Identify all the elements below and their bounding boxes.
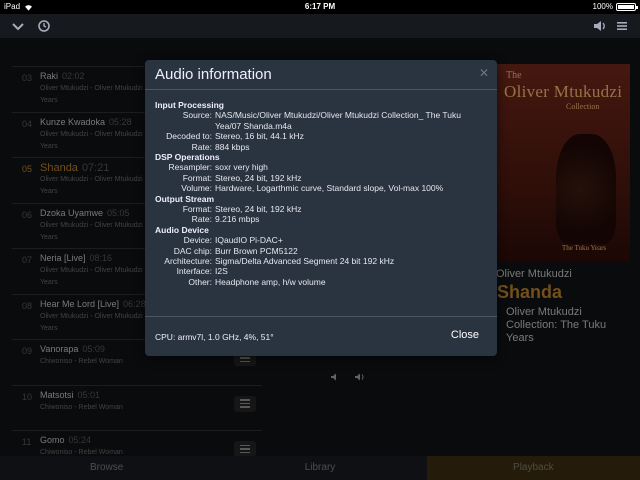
- info-value: Sigma/Delta Advanced Segment 24 bit 192 …: [215, 256, 395, 267]
- info-value: NAS/Music/Oliver Mtukudzi/Oliver Mtukudz…: [215, 110, 461, 131]
- battery-icon: [616, 3, 638, 11]
- cpu-info: CPU: armv7l, 1.0 GHz, 4%, 51°: [155, 332, 274, 342]
- clock: 6:17 PM: [304, 2, 336, 11]
- info-row-source: Source: NAS/Music/Oliver Mtukudzi/Oliver…: [155, 110, 489, 131]
- dialog-title: Audio information: [155, 66, 272, 83]
- info-row-volume: Volume: Hardware, Logarthmic curve, Stan…: [155, 183, 489, 193]
- audio-information-dialog: Audio information ✕ Input Processing Sou…: [145, 60, 497, 356]
- info-label: Other:: [188, 276, 212, 287]
- info-row-output-rate: Rate: 9.216 mbps: [155, 214, 489, 224]
- info-row-dac: DAC chip: Burr Brown PCM5122: [155, 246, 489, 256]
- info-label: Format:: [182, 172, 212, 183]
- dialog-header: Audio information ✕: [145, 60, 497, 90]
- menu-icon[interactable]: [614, 18, 630, 34]
- close-button[interactable]: Close: [451, 329, 479, 341]
- info-value: Stereo, 24 bit, 192 kHz: [215, 204, 302, 215]
- status-bar: iPad 6:17 PM 100%: [0, 0, 640, 14]
- info-value: Stereo, 24 bit, 192 kHz: [215, 172, 302, 183]
- info-value: soxr very high: [215, 162, 268, 173]
- section-heading: DSP Operations: [155, 152, 220, 163]
- info-value: 884 kbps: [215, 141, 250, 152]
- info-value: Stereo, 16 bit, 44.1 kHz: [215, 131, 304, 142]
- info-row-decoded: Decoded to: Stereo, 16 bit, 44.1 kHz: [155, 131, 489, 141]
- dialog-divider: [145, 316, 497, 317]
- info-label: Format:: [182, 204, 212, 215]
- info-label: Architecture:: [164, 256, 212, 267]
- section-heading: Audio Device: [155, 224, 209, 235]
- info-value: IQaudIO Pi-DAC+: [215, 235, 283, 246]
- section-heading: Input Processing: [155, 100, 224, 110]
- info-row-rate: Rate: 884 kbps: [155, 142, 489, 152]
- info-row-format: Format: Stereo, 24 bit, 192 kHz: [155, 173, 489, 183]
- info-label: Source:: [182, 110, 212, 121]
- volume-icon[interactable]: [592, 18, 608, 34]
- app-top-bar: [0, 14, 640, 38]
- info-row-other: Other: Headphone amp, h/w volume: [155, 277, 489, 287]
- info-row-interface: Interface: I2S: [155, 266, 489, 276]
- info-label: Volume:: [181, 183, 212, 194]
- info-label: DAC chip:: [173, 245, 212, 256]
- info-row-device: Device: IQaudIO Pi-DAC+: [155, 235, 489, 245]
- info-value: Burr Brown PCM5122: [215, 245, 298, 256]
- battery-percent: 100%: [592, 2, 613, 11]
- info-value: 9.216 mbps: [215, 214, 260, 225]
- clock-icon[interactable]: [36, 18, 52, 34]
- info-value: I2S: [215, 266, 228, 277]
- info-row-architecture: Architecture: Sigma/Delta Advanced Segme…: [155, 256, 489, 266]
- info-row-resampler: Resampler: soxr very high: [155, 162, 489, 172]
- info-label: Rate:: [191, 141, 212, 152]
- info-row-output-format: Format: Stereo, 24 bit, 192 kHz: [155, 204, 489, 214]
- info-value: Headphone amp, h/w volume: [215, 276, 326, 287]
- chevron-down-icon[interactable]: [10, 18, 26, 34]
- dialog-body: Input Processing Source: NAS/Music/Olive…: [155, 100, 489, 287]
- info-label: Decoded to:: [166, 131, 212, 142]
- battery-fill: [618, 5, 634, 9]
- section-heading: Output Stream: [155, 193, 215, 204]
- info-label: Interface:: [176, 266, 212, 277]
- info-value: Hardware, Logarthmic curve, Standard slo…: [215, 183, 444, 194]
- info-label: Rate:: [191, 214, 212, 225]
- close-icon[interactable]: ✕: [479, 66, 489, 80]
- info-label: Device:: [183, 235, 212, 246]
- info-label: Resampler:: [168, 162, 212, 173]
